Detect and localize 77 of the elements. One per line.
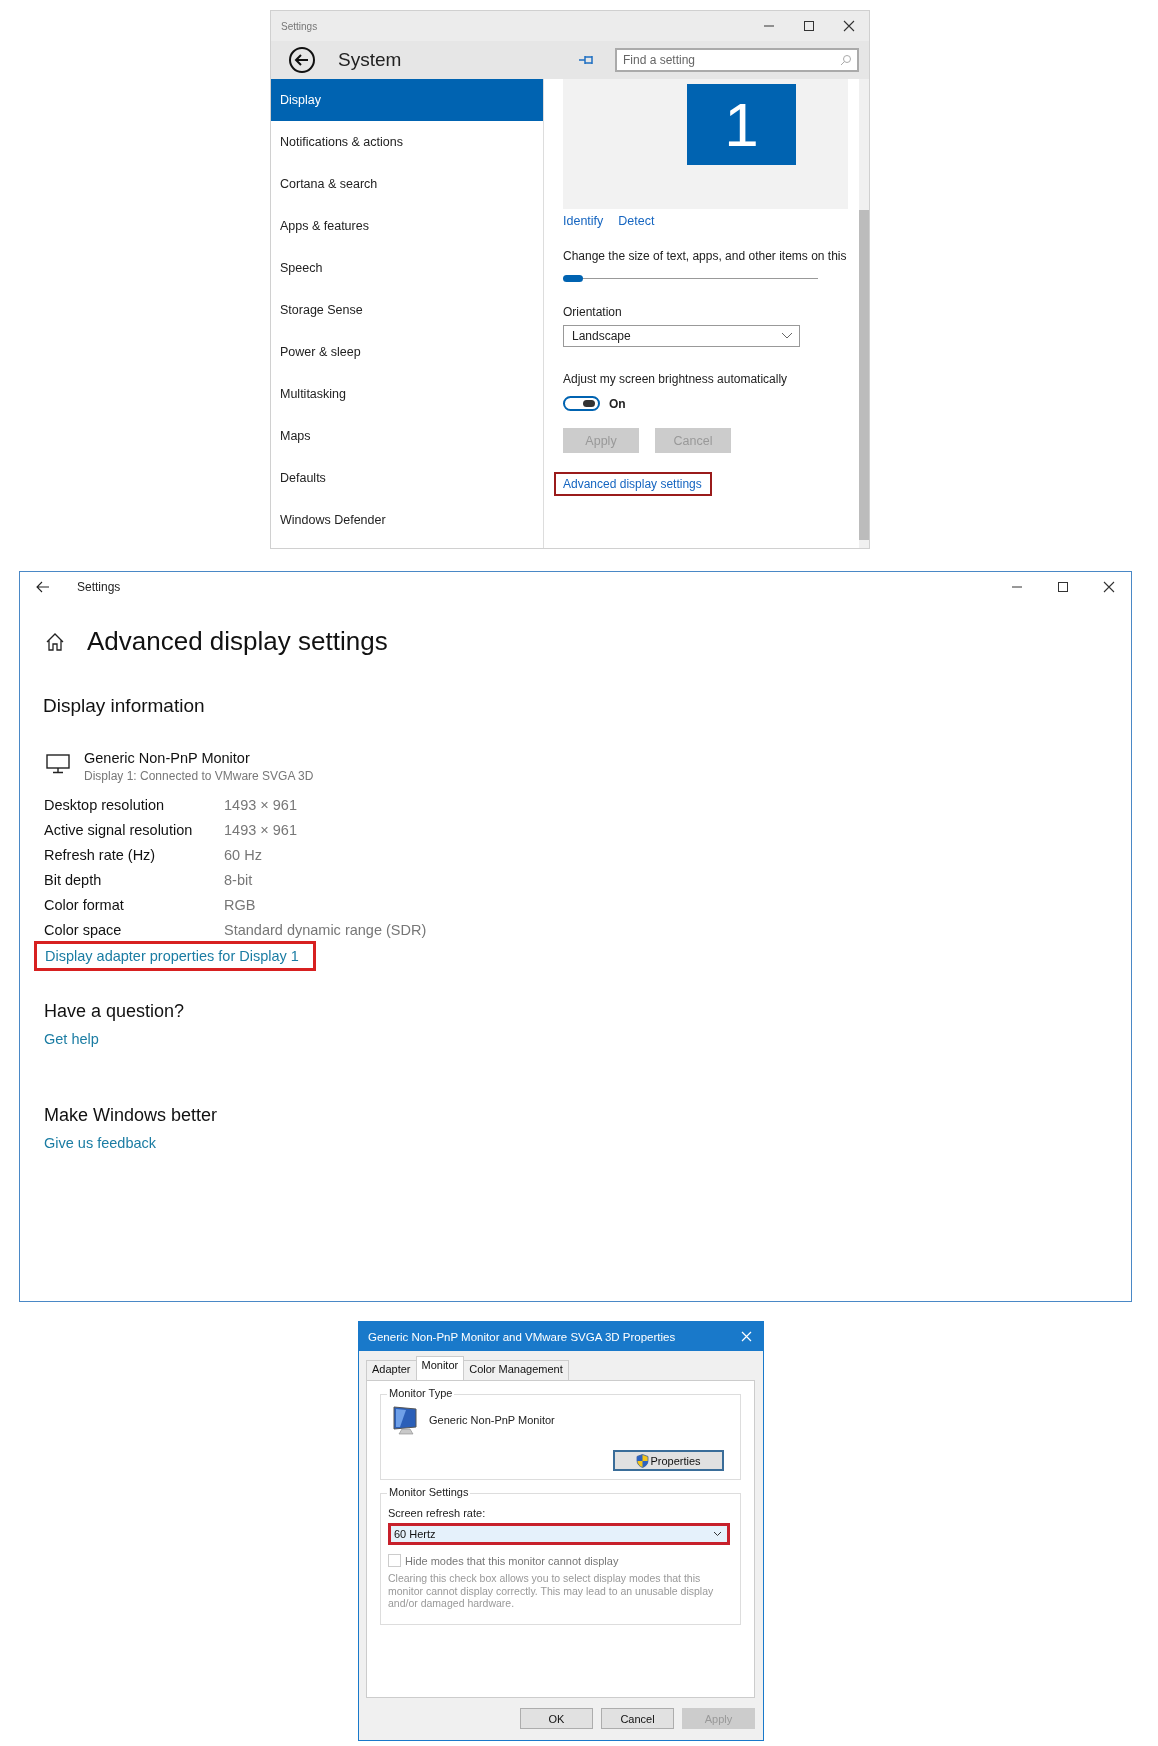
monitor-icon — [46, 754, 70, 774]
info-label: Refresh rate (Hz) — [44, 847, 157, 863]
link[interactable]: Identify — [563, 214, 604, 228]
dialog-title: Generic Non-PnP Monitor and VMware SVGA 3D Properties — [368, 1330, 676, 1343]
chevron-icon — [713, 1531, 722, 1537]
info-label: Color format — [44, 897, 125, 913]
properties-button[interactable]: Properties — [613, 1450, 724, 1471]
monitor-name: Generic Non-PnP Monitor — [84, 750, 251, 766]
sidebar-item[interactable]: Windows Defender — [271, 499, 543, 541]
pin-icon[interactable] — [578, 54, 596, 66]
shield-icon — [636, 1453, 650, 1468]
setting-label: Change the size of text, apps, and other items on this — [563, 249, 847, 263]
sidebar-item[interactable]: Display — [271, 79, 543, 121]
info-value: 8-bit — [224, 872, 254, 888]
scrollbar[interactable] — [859, 79, 869, 548]
adapter-properties-link[interactable]: Display adapter properties for Display 1 — [34, 941, 316, 971]
section-heading: Make Windows better — [44, 1105, 218, 1126]
tab[interactable]: Color Management — [463, 1360, 569, 1380]
toggle-switch[interactable] — [563, 396, 600, 411]
info-label: Desktop resolution — [44, 797, 166, 813]
chevron-icon — [781, 332, 793, 340]
back-arrow-icon[interactable] — [36, 581, 50, 593]
sidebar-item[interactable]: Notifications & actions — [271, 121, 543, 163]
orientation-dropdown[interactable]: Landscape — [563, 325, 800, 347]
sidebar-item[interactable]: Maps — [271, 415, 543, 457]
section-heading: Display information — [43, 695, 205, 717]
maximize-icon[interactable] — [1057, 581, 1069, 593]
sidebar-item[interactable]: Speech — [271, 247, 543, 289]
info-label: Color space — [44, 922, 123, 938]
feedback-link[interactable]: Give us feedback — [44, 1135, 157, 1151]
back-button[interactable] — [288, 46, 316, 74]
info-value: Standard dynamic range (SDR) — [224, 922, 427, 938]
advanced-settings-link[interactable]: Advanced display settings — [554, 472, 712, 496]
sidebar-item[interactable]: Storage Sense — [271, 289, 543, 331]
slider-fill[interactable] — [563, 275, 584, 282]
toggle-state: On — [609, 396, 626, 411]
info-value: 60 Hz — [224, 847, 263, 863]
home-icon — [45, 631, 65, 652]
search-field[interactable]: Find a setting — [615, 48, 859, 72]
tab[interactable]: Monitor — [415, 1356, 465, 1380]
setting-label: Adjust my screen brightness automatically — [563, 372, 788, 386]
refresh-rate-dropdown[interactable]: 60 Hertz — [388, 1523, 730, 1545]
ok-button[interactable]: OK — [520, 1708, 593, 1729]
maximize-icon[interactable] — [803, 20, 815, 32]
tab[interactable]: Adapter — [366, 1360, 417, 1380]
page-title: System — [338, 49, 402, 71]
group-label: Monitor Type — [387, 1387, 455, 1399]
search-icon — [840, 54, 852, 66]
help-link[interactable]: Get help — [44, 1031, 99, 1047]
sidebar-item[interactable]: Defaults — [271, 457, 543, 499]
slider-track[interactable] — [563, 275, 818, 282]
info-label: Bit depth — [44, 872, 103, 888]
info-value: 1493 × 961 — [224, 822, 298, 838]
monitor-name: Generic Non-PnP Monitor — [429, 1414, 555, 1426]
checkbox-label: Hide modes that this monitor cannot display — [405, 1554, 619, 1567]
info-label: Active signal resolution — [44, 822, 194, 838]
sidebar-item[interactable]: Apps & features — [271, 205, 543, 247]
monitor-detail: Display 1: Connected to VMware SVGA 3D — [84, 769, 314, 783]
link[interactable]: Detect — [618, 214, 655, 228]
warning-text: Clearing this check box allows you to select display modes that this monitor cannot display correctly. This may lead to an unusable display and/or damaged hardware. — [388, 1572, 715, 1610]
close-icon[interactable] — [1103, 581, 1115, 593]
page-title: Advanced display settings — [87, 626, 388, 657]
monitor-icon — [391, 1405, 419, 1435]
sidebar-item[interactable]: Power & sleep — [271, 331, 543, 373]
setting-label: Orientation — [563, 305, 622, 319]
sidebar-item[interactable]: Cortana & search — [271, 163, 543, 205]
window-title: Settings — [77, 580, 121, 594]
sidebar-item[interactable]: Multitasking — [271, 373, 543, 415]
window-title: Settings — [281, 20, 319, 32]
close-icon[interactable] — [843, 20, 855, 32]
cancel-button[interactable]: Cancel — [601, 1708, 674, 1729]
section-heading: Have a question? — [44, 1001, 185, 1022]
monitor-tile[interactable]: 1 — [687, 84, 796, 165]
field-label: Screen refresh rate: — [388, 1507, 487, 1519]
info-value: RGB — [224, 897, 257, 913]
group-label: Monitor Settings — [387, 1486, 471, 1498]
info-value: 1493 × 961 — [224, 797, 298, 813]
